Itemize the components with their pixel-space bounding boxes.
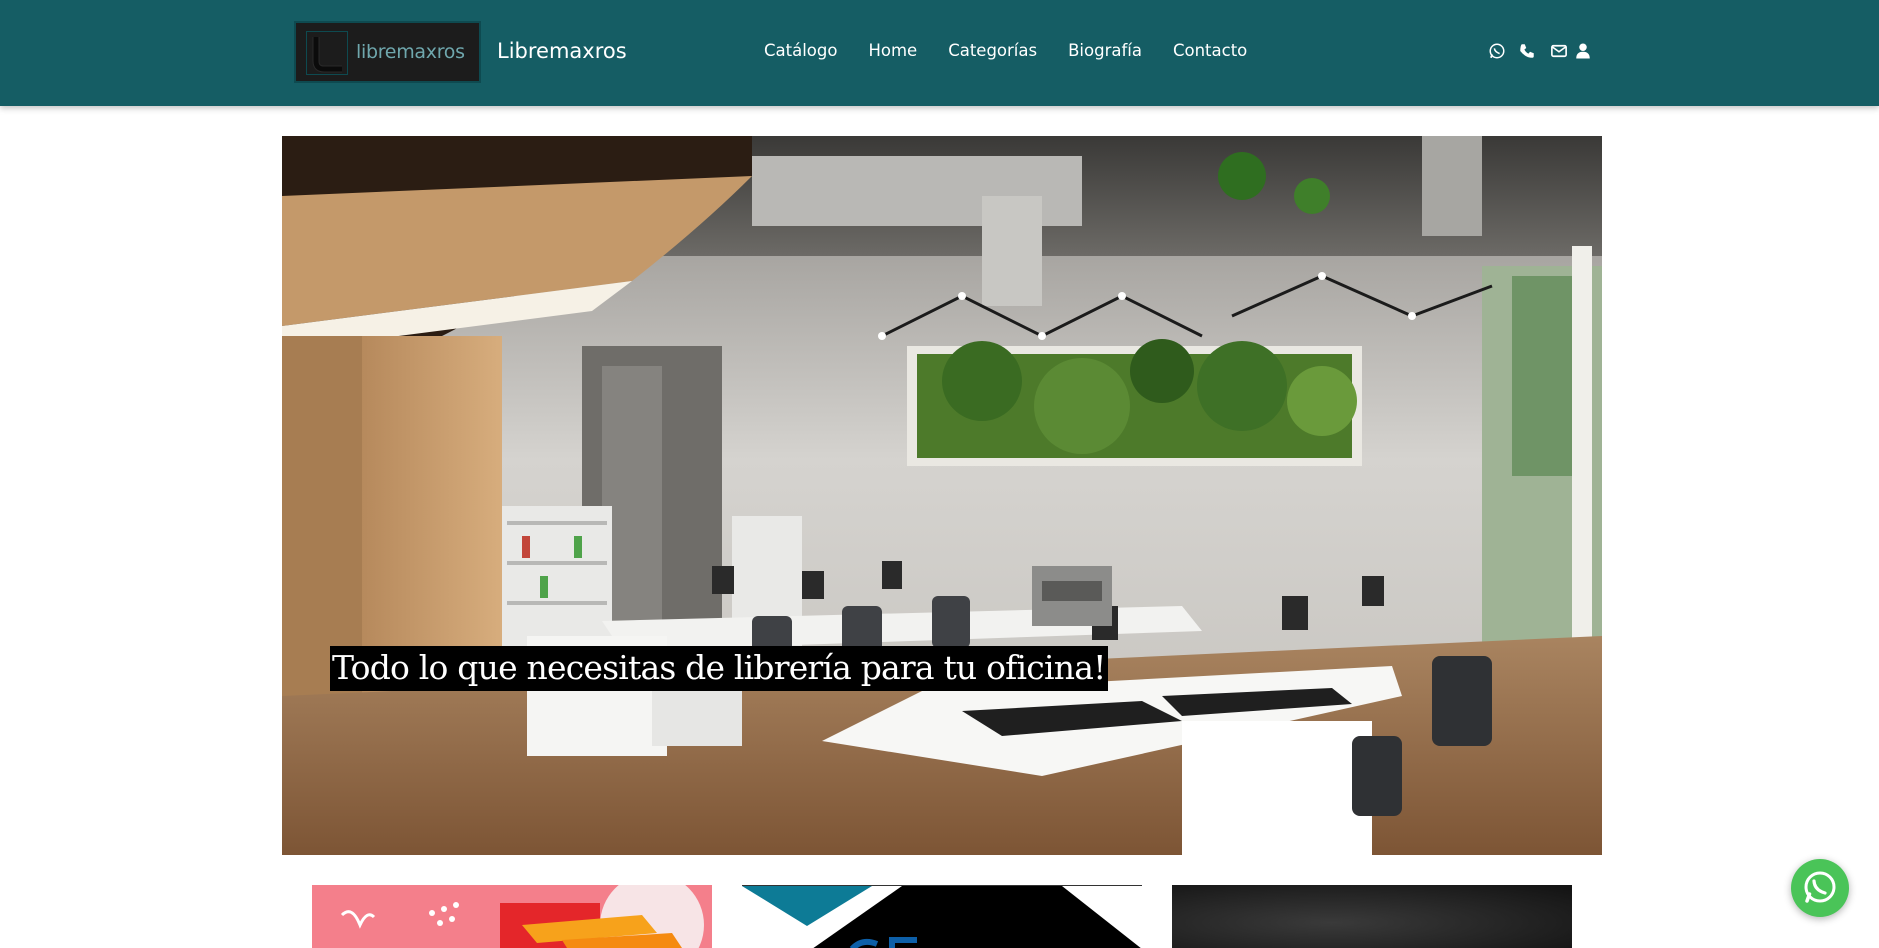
nav-contacto[interactable]: Contacto (1173, 41, 1247, 60)
whatsapp-icon[interactable] (1488, 42, 1506, 60)
nav-catalogo[interactable]: Catálogo (764, 41, 837, 60)
envelope-icon[interactable] (1550, 42, 1568, 60)
nav-home[interactable]: Home (868, 41, 917, 60)
header-icons (1488, 42, 1604, 60)
main-nav: Catálogo Home Categorías Biografía Conta… (764, 41, 1278, 60)
whatsapp-float-button[interactable] (1791, 859, 1849, 917)
hero-caption: Todo lo que necesitas de librería para t… (330, 646, 1108, 691)
card-3-image (1172, 885, 1572, 948)
logo-text: libremaxros (356, 41, 465, 63)
category-card-3[interactable] (1172, 885, 1572, 948)
nav-biografia[interactable]: Biografía (1068, 41, 1142, 60)
brand-name[interactable]: Libremaxros (497, 39, 627, 63)
whatsapp-icon (1804, 871, 1836, 903)
category-card-1[interactable] (312, 885, 712, 948)
user-icon[interactable] (1574, 42, 1592, 60)
nav-categorias[interactable]: Categorías (948, 41, 1037, 60)
site-header: libremaxros Libremaxros Catálogo Home Ca… (0, 0, 1879, 106)
category-card-2[interactable] (742, 885, 1142, 948)
phone-icon[interactable] (1518, 42, 1536, 60)
logo-mark-icon (306, 31, 348, 75)
hero-banner: Todo lo que necesitas de librería para t… (282, 136, 1602, 855)
hero-office-image (282, 136, 1602, 855)
site-logo[interactable]: libremaxros (294, 21, 481, 83)
card-2-image (742, 886, 1142, 948)
card-1-image (312, 885, 712, 948)
